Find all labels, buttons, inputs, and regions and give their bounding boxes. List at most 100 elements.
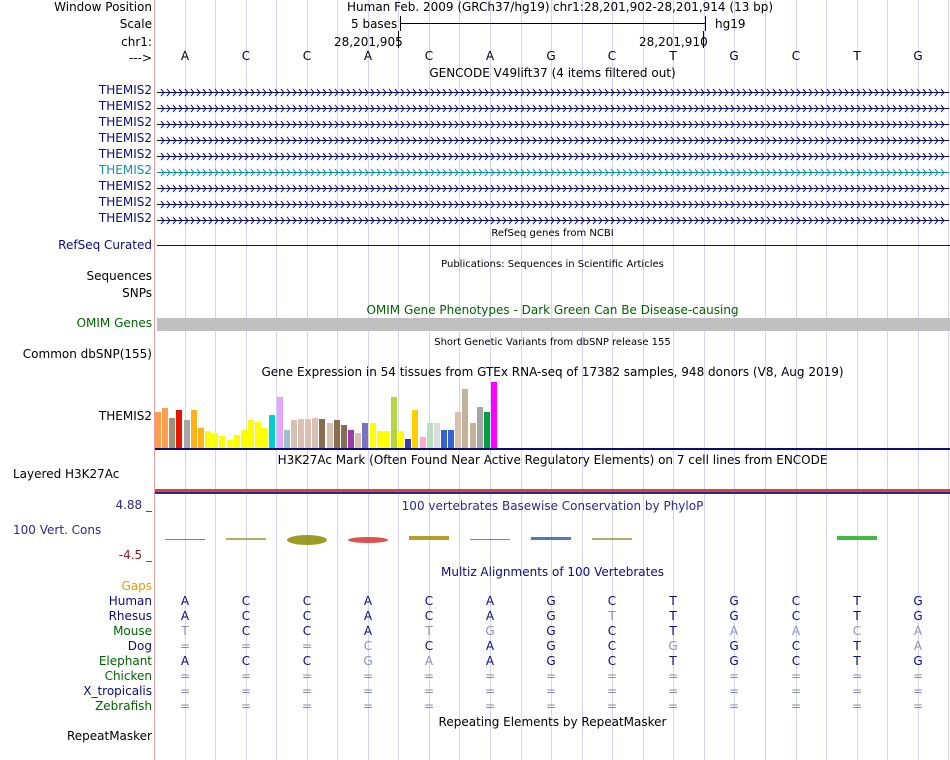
gtex-tissue-bar[interactable] xyxy=(305,419,311,448)
gtex-tissue-bar[interactable] xyxy=(334,420,340,448)
gencode-item-label[interactable]: THEMIS2 xyxy=(99,131,152,146)
gtex-label[interactable]: THEMIS2 xyxy=(99,409,152,424)
species-label[interactable]: Dog xyxy=(128,639,152,654)
phylop-glyph[interactable] xyxy=(287,535,327,545)
species-label[interactable]: Mouse xyxy=(113,624,152,639)
gtex-tissue-bar[interactable] xyxy=(420,437,426,448)
species-label[interactable]: Zebrafish xyxy=(95,699,152,714)
gtex-tissue-bar[interactable] xyxy=(312,418,318,448)
gtex-tissue-bar[interactable] xyxy=(377,431,383,448)
species-label[interactable]: X_tropicalis xyxy=(83,684,152,699)
phylop-glyph[interactable] xyxy=(592,538,632,540)
gtex-tissue-bar[interactable] xyxy=(470,423,476,448)
gtex-tissue-bar[interactable] xyxy=(412,410,418,448)
gtex-tissue-bar[interactable] xyxy=(462,389,468,448)
phylop-glyph[interactable] xyxy=(409,536,449,540)
gtex-tissue-bar[interactable] xyxy=(184,420,190,448)
gencode-item-label[interactable]: THEMIS2 xyxy=(99,195,152,210)
gtex-tissue-bar[interactable] xyxy=(255,422,261,448)
gtex-tissue-bar[interactable] xyxy=(319,419,325,448)
species-label[interactable]: Rhesus xyxy=(109,609,152,624)
gtex-tissue-bar[interactable] xyxy=(241,430,247,448)
gtex-tissue-bar[interactable] xyxy=(327,423,333,448)
gencode-transcript[interactable] xyxy=(157,166,949,177)
gencode-item-label[interactable]: THEMIS2 xyxy=(99,83,152,98)
gtex-tissue-bar[interactable] xyxy=(277,397,283,448)
gencode-transcript[interactable] xyxy=(157,182,949,193)
gtex-tissue-bar[interactable] xyxy=(434,423,440,448)
gencode-item-label[interactable]: THEMIS2 xyxy=(99,163,152,178)
refseq-gene-line[interactable] xyxy=(157,245,950,246)
gencode-item-label[interactable]: THEMIS2 xyxy=(99,179,152,194)
phylop-glyph[interactable] xyxy=(531,537,571,540)
gtex-tissue-bar[interactable] xyxy=(248,420,254,448)
gtex-tissue-bar[interactable] xyxy=(491,382,497,448)
gtex-tissue-bar[interactable] xyxy=(162,408,168,448)
dbsnp-label[interactable]: Common dbSNP(155) xyxy=(23,347,152,362)
gtex-tissue-bar[interactable] xyxy=(191,410,197,448)
snps-label[interactable]: SNPs xyxy=(122,286,152,301)
phylop-glyph[interactable] xyxy=(165,539,205,540)
gtex-tissue-bar[interactable] xyxy=(477,407,483,448)
repeatmasker-label[interactable]: RepeatMasker xyxy=(67,729,152,744)
gtex-bar-chart[interactable] xyxy=(155,380,950,448)
gtex-tissue-bar[interactable] xyxy=(348,430,354,448)
gtex-tissue-bar[interactable] xyxy=(298,419,304,448)
gtex-tissue-bar[interactable] xyxy=(391,397,397,448)
gtex-tissue-bar[interactable] xyxy=(455,412,461,448)
gencode-transcript[interactable] xyxy=(157,214,949,225)
gtex-tissue-bar[interactable] xyxy=(384,431,390,448)
phylop-label[interactable]: 100 Vert. Cons xyxy=(13,523,101,538)
gtex-tissue-bar[interactable] xyxy=(362,423,368,448)
strand-arrow-label[interactable]: ---> xyxy=(129,51,152,66)
gtex-tissue-bar[interactable] xyxy=(405,439,411,448)
phylop-glyph[interactable] xyxy=(348,537,388,543)
gencode-item-label[interactable]: THEMIS2 xyxy=(99,147,152,162)
gtex-tissue-bar[interactable] xyxy=(484,412,490,448)
gtex-tissue-bar[interactable] xyxy=(212,433,218,448)
h3k27ac-signal-blue[interactable] xyxy=(155,492,950,494)
species-label[interactable]: Human xyxy=(109,594,152,609)
gtex-tissue-bar[interactable] xyxy=(205,431,211,448)
phylop-glyph[interactable] xyxy=(837,536,877,540)
gtex-tissue-bar[interactable] xyxy=(448,430,454,448)
omim-label[interactable]: OMIM Genes xyxy=(77,316,152,331)
gtex-tissue-bar[interactable] xyxy=(219,436,225,448)
omim-feature-bar[interactable] xyxy=(157,318,950,331)
gtex-tissue-bar[interactable] xyxy=(341,425,347,448)
genome-browser-image[interactable]: Human Feb. 2009 (GRCh37/hg19) chr1:28,20… xyxy=(0,0,950,760)
gtex-tissue-bar[interactable] xyxy=(427,423,433,448)
gencode-transcript[interactable] xyxy=(157,198,949,209)
gtex-tissue-bar[interactable] xyxy=(169,418,175,448)
gtex-tissue-bar[interactable] xyxy=(262,428,268,448)
track-label-column[interactable]: Window Position Scale chr1: ---> THEMIS2… xyxy=(0,0,155,760)
gtex-tissue-bar[interactable] xyxy=(370,423,376,448)
refseq-label[interactable]: RefSeq Curated xyxy=(58,238,152,253)
gencode-transcript[interactable] xyxy=(157,150,949,161)
sequences-label[interactable]: Sequences xyxy=(87,269,152,284)
gtex-tissue-bar[interactable] xyxy=(155,412,161,448)
gtex-tissue-bar[interactable] xyxy=(284,430,290,448)
track-display-area[interactable]: Human Feb. 2009 (GRCh37/hg19) chr1:28,20… xyxy=(155,0,950,760)
gtex-tissue-bar[interactable] xyxy=(441,430,447,448)
species-label[interactable]: Chicken xyxy=(105,669,152,684)
gtex-tissue-bar[interactable] xyxy=(198,428,204,448)
phylop-glyph[interactable] xyxy=(226,538,266,540)
gencode-transcript[interactable] xyxy=(157,102,949,113)
gencode-transcript[interactable] xyxy=(157,86,949,97)
gtex-tissue-bar[interactable] xyxy=(227,440,233,448)
gtex-tissue-bar[interactable] xyxy=(234,435,240,448)
gencode-item-label[interactable]: THEMIS2 xyxy=(99,211,152,226)
gtex-tissue-bar[interactable] xyxy=(398,431,404,448)
gencode-transcript[interactable] xyxy=(157,134,949,145)
h3k27ac-label[interactable]: Layered H3K27Ac xyxy=(13,467,119,482)
phylop-glyph[interactable] xyxy=(470,539,510,540)
species-label[interactable]: Elephant xyxy=(99,654,152,669)
gencode-transcript[interactable] xyxy=(157,118,949,129)
gtex-tissue-bar[interactable] xyxy=(269,415,275,448)
gtex-tissue-bar[interactable] xyxy=(291,420,297,448)
gencode-item-label[interactable]: THEMIS2 xyxy=(99,115,152,130)
gencode-item-label[interactable]: THEMIS2 xyxy=(99,99,152,114)
gtex-tissue-bar[interactable] xyxy=(355,433,361,448)
gtex-tissue-bar[interactable] xyxy=(176,410,182,448)
